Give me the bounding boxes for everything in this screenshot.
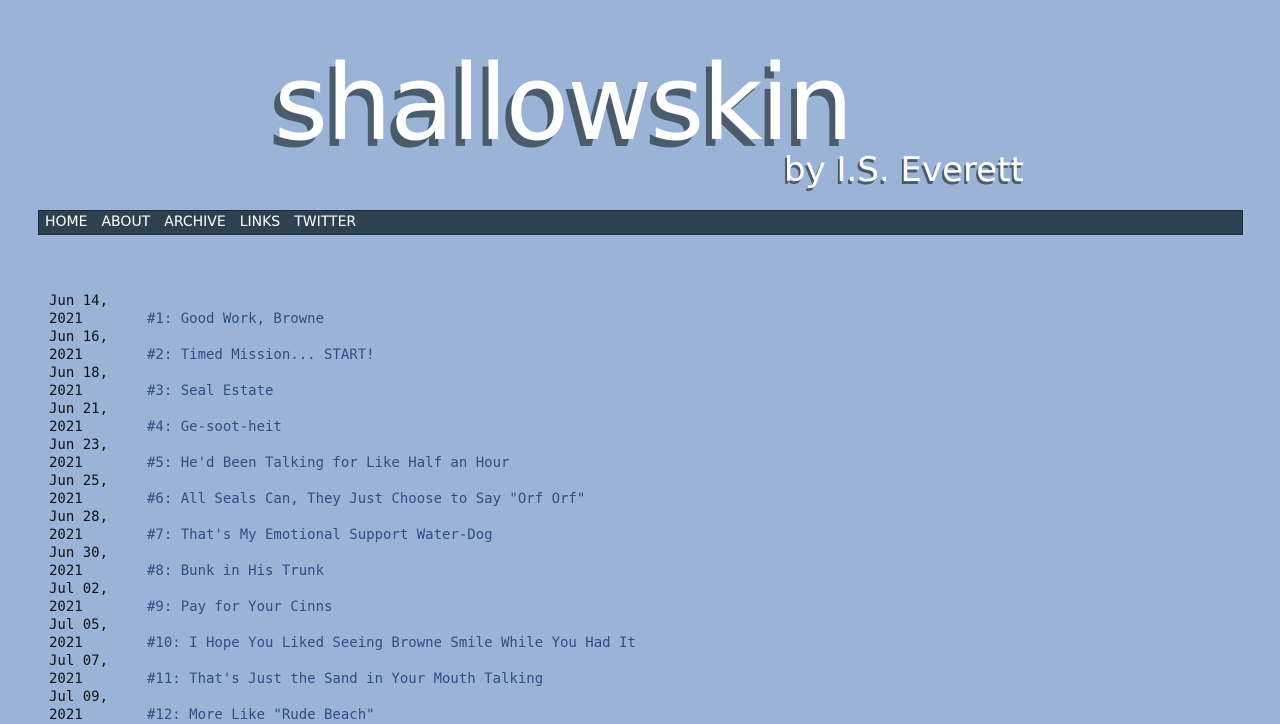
entry-title-link[interactable]: #10: I Hope You Liked Seeing Browne Smil… [147, 634, 636, 652]
entry-title-link[interactable]: #3: Seal Estate [147, 382, 273, 400]
main-nav: HOME ABOUT ARCHIVE LINKS TWITTER [38, 210, 1243, 235]
entry-date: Jun 25, 2021 [49, 473, 109, 507]
entry-title-link[interactable]: #12: More Like "Rude Beach" [147, 706, 375, 724]
entry-date: Jun 21, 2021 [49, 401, 109, 435]
entry-title-link[interactable]: #1: Good Work, Browne [147, 310, 324, 328]
entry-date: Jun 28, 2021 [49, 509, 109, 543]
entry-date: Jul 02, 2021 [49, 581, 109, 615]
entry-title-link[interactable]: #9: Pay for Your Cinns [147, 598, 332, 616]
entry-date: Jul 07, 2021 [49, 653, 109, 687]
site-logo[interactable]: shallowskin [274, 28, 854, 195]
entry-title-link[interactable]: #11: That's Just the Sand in Your Mouth … [147, 670, 543, 688]
author-byline: by I.S. Everett [784, 150, 1024, 190]
nav-twitter-link[interactable]: TWITTER [294, 214, 356, 230]
nav-list: HOME ABOUT ARCHIVE LINKS TWITTER [39, 211, 1242, 234]
entry-title-link[interactable]: #4: Ge-soot-heit [147, 418, 282, 436]
nav-about-link[interactable]: ABOUT [101, 214, 150, 230]
entry-title-link[interactable]: #5: He'd Been Talking for Like Half an H… [147, 454, 509, 472]
entry-date: Jul 05, 2021 [49, 617, 109, 651]
entry-title-link[interactable]: #2: Timed Mission... START! [147, 346, 375, 364]
entry-date: Jun 18, 2021 [49, 365, 109, 399]
entry-date: Jun 16, 2021 [49, 329, 109, 363]
nav-archive-link[interactable]: ARCHIVE [164, 214, 225, 230]
entry-title-link[interactable]: #7: That's My Emotional Support Water-Do… [147, 526, 493, 544]
entry-date: Jun 30, 2021 [49, 545, 109, 579]
nav-home-link[interactable]: HOME [45, 214, 87, 230]
entry-title-link[interactable]: #6: All Seals Can, They Just Choose to S… [147, 490, 585, 508]
entry-date: Jul 09, 2021 [49, 689, 109, 723]
entry-date: Jun 14, 2021 [49, 293, 109, 327]
entry-title-link[interactable]: #8: Bunk in His Trunk [147, 562, 324, 580]
nav-links-link[interactable]: LINKS [240, 214, 280, 230]
entry-date: Jun 23, 2021 [49, 437, 109, 471]
logo-text: shallowskin [274, 42, 854, 164]
